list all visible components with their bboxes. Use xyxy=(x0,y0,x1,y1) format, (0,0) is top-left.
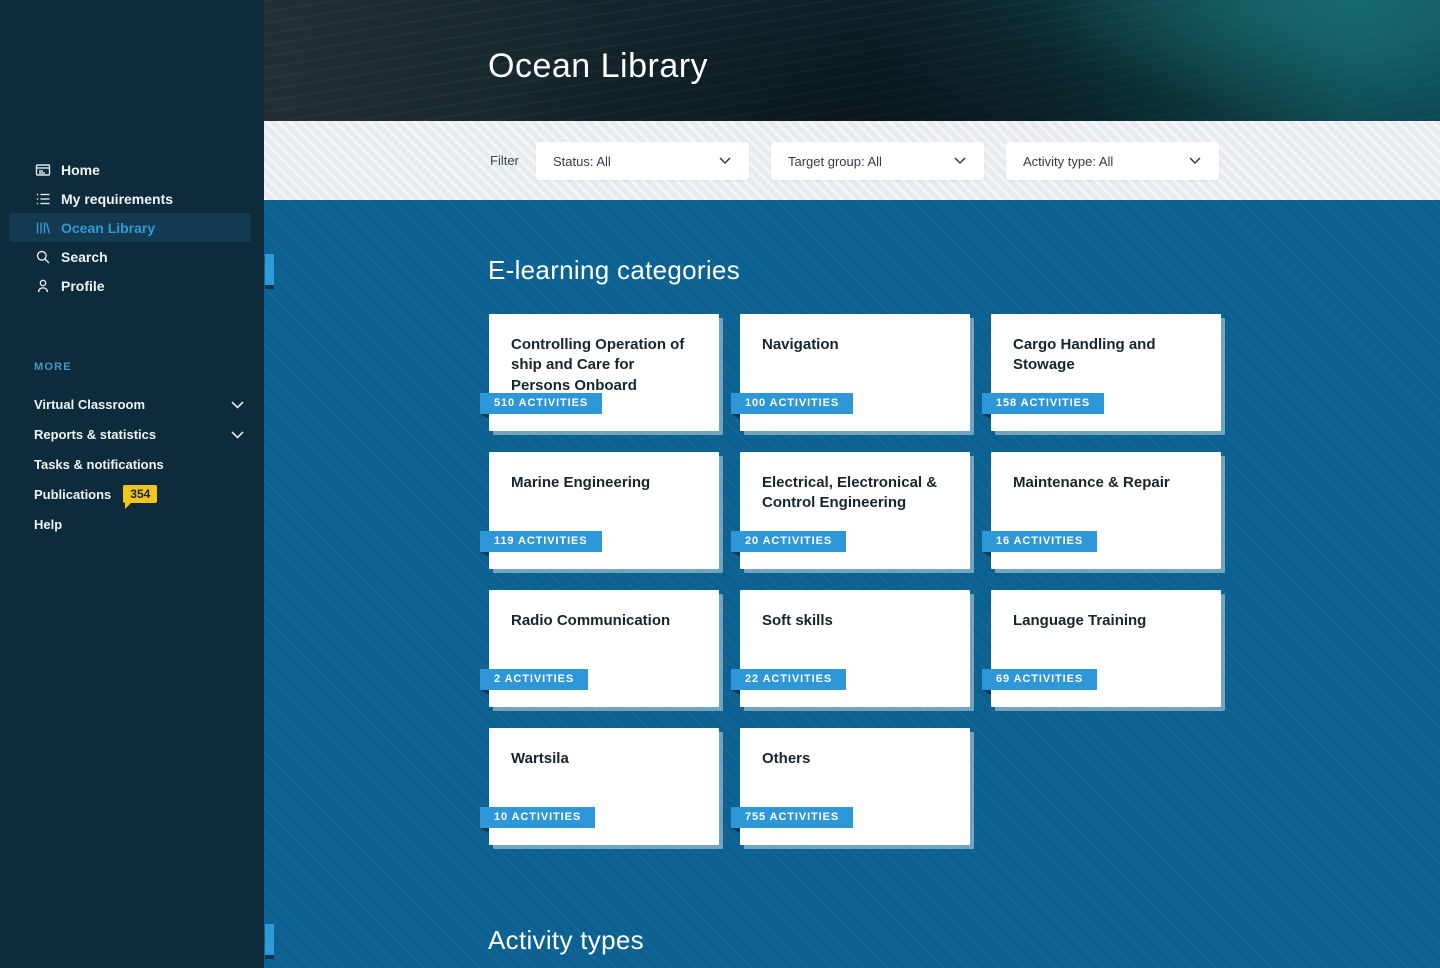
activity-type-filter-value: Activity type: All xyxy=(1023,154,1113,169)
activities-count-ribbon: 16 ACTIVITIES xyxy=(982,531,1097,552)
sidebar-item-home[interactable]: Home xyxy=(9,155,251,184)
section-edge-tab xyxy=(265,924,274,955)
chevron-down-icon xyxy=(231,397,244,412)
category-title: Controlling Operation of ship and Care f… xyxy=(489,314,719,396)
sidebar: Home My requirements Oce xyxy=(0,0,264,968)
category-card-electrical-engineering[interactable]: Electrical, Electronical & Control Engin… xyxy=(740,452,970,569)
elearning-categories-heading: E-learning categories xyxy=(488,255,740,286)
section-edge-tab xyxy=(265,254,274,285)
category-card-marine-engineering[interactable]: Marine Engineering 119 ACTIVITIES xyxy=(489,452,719,569)
category-card-maintenance-repair[interactable]: Maintenance & Repair 16 ACTIVITIES xyxy=(991,452,1221,569)
chevron-down-icon xyxy=(954,157,966,165)
sidebar-item-label: Home xyxy=(61,162,100,178)
category-title: Electrical, Electronical & Control Engin… xyxy=(740,452,970,514)
category-title: Navigation xyxy=(740,314,970,355)
activity-types-heading: Activity types xyxy=(488,925,644,956)
sidebar-item-label: Reports & statistics xyxy=(34,427,156,442)
category-card-controlling-operation[interactable]: Controlling Operation of ship and Care f… xyxy=(489,314,719,431)
category-card-soft-skills[interactable]: Soft skills 22 ACTIVITIES xyxy=(740,590,970,707)
category-card-radio-communication[interactable]: Radio Communication 2 ACTIVITIES xyxy=(489,590,719,707)
category-card-others[interactable]: Others 755 ACTIVITIES xyxy=(740,728,970,845)
activity-type-filter-dropdown[interactable]: Activity type: All xyxy=(1006,142,1219,180)
sidebar-item-my-requirements[interactable]: My requirements xyxy=(9,184,251,213)
sidebar-item-search[interactable]: Search xyxy=(9,242,251,271)
hero-banner: Ocean Library xyxy=(264,0,1440,121)
main-content: E-learning categories Controlling Operat… xyxy=(264,200,1440,968)
category-card-navigation[interactable]: Navigation 100 ACTIVITIES xyxy=(740,314,970,431)
category-title: Language Training xyxy=(991,590,1221,631)
target-group-filter-dropdown[interactable]: Target group: All xyxy=(771,142,984,180)
activities-count-ribbon: 22 ACTIVITIES xyxy=(731,669,846,690)
sidebar-item-publications[interactable]: Publications 354 xyxy=(0,479,264,509)
category-title: Maintenance & Repair xyxy=(991,452,1221,493)
category-title: Cargo Handling and Stowage xyxy=(991,314,1221,376)
sidebar-item-label: Tasks & notifications xyxy=(34,457,164,472)
publications-count-badge: 354 xyxy=(123,485,157,503)
sidebar-item-label: My requirements xyxy=(61,191,173,207)
category-title: Radio Communication xyxy=(489,590,719,631)
category-title: Others xyxy=(740,728,970,769)
sidebar-section-more: MORE xyxy=(34,361,72,373)
category-card-language-training[interactable]: Language Training 69 ACTIVITIES xyxy=(991,590,1221,707)
search-icon xyxy=(34,248,51,265)
sidebar-item-label: Virtual Classroom xyxy=(34,397,145,412)
chevron-down-icon xyxy=(231,427,244,442)
activities-count-ribbon: 2 ACTIVITIES xyxy=(480,669,588,690)
category-title: Marine Engineering xyxy=(489,452,719,493)
sidebar-item-label: Ocean Library xyxy=(61,220,155,236)
app-root: Home My requirements Oce xyxy=(0,0,1440,968)
page-title: Ocean Library xyxy=(488,47,708,86)
sidebar-item-help[interactable]: Help xyxy=(0,509,264,539)
activities-count-ribbon: 158 ACTIVITIES xyxy=(982,393,1104,414)
home-icon xyxy=(34,161,51,178)
activities-count-ribbon: 10 ACTIVITIES xyxy=(480,807,595,828)
sidebar-item-label: Profile xyxy=(61,278,105,294)
category-title: Wartsila xyxy=(489,728,719,769)
library-icon xyxy=(34,219,51,236)
profile-icon xyxy=(34,277,51,294)
sidebar-item-profile[interactable]: Profile xyxy=(9,271,251,300)
sidebar-item-label: Help xyxy=(34,517,62,532)
category-card-wartsila[interactable]: Wartsila 10 ACTIVITIES xyxy=(489,728,719,845)
category-card-cargo-handling[interactable]: Cargo Handling and Stowage 158 ACTIVITIE… xyxy=(991,314,1221,431)
sidebar-item-label: Search xyxy=(61,249,108,265)
category-card-grid: Controlling Operation of ship and Care f… xyxy=(489,314,1221,845)
category-title: Soft skills xyxy=(740,590,970,631)
chevron-down-icon xyxy=(719,157,731,165)
sidebar-more-list: Virtual Classroom Reports & statistics T… xyxy=(0,389,264,539)
status-filter-dropdown[interactable]: Status: All xyxy=(536,142,749,180)
sidebar-item-ocean-library[interactable]: Ocean Library xyxy=(9,213,251,242)
status-filter-value: Status: All xyxy=(553,154,611,169)
filter-label: Filter xyxy=(490,153,519,168)
activities-count-ribbon: 100 ACTIVITIES xyxy=(731,393,853,414)
sidebar-item-virtual-classroom[interactable]: Virtual Classroom xyxy=(0,389,264,419)
activities-count-ribbon: 20 ACTIVITIES xyxy=(731,531,846,552)
sidebar-item-reports-statistics[interactable]: Reports & statistics xyxy=(0,419,264,449)
activities-count-ribbon: 69 ACTIVITIES xyxy=(982,669,1097,690)
activities-count-ribbon: 755 ACTIVITIES xyxy=(731,807,853,828)
filter-bar: Filter Status: All Target group: All Act… xyxy=(264,121,1440,200)
list-icon xyxy=(34,190,51,207)
activities-count-ribbon: 119 ACTIVITIES xyxy=(480,531,602,552)
sidebar-item-tasks-notifications[interactable]: Tasks & notifications xyxy=(0,449,264,479)
activities-count-ribbon: 510 ACTIVITIES xyxy=(480,393,602,414)
sidebar-nav: Home My requirements Oce xyxy=(0,155,264,300)
sidebar-item-label: Publications xyxy=(34,487,111,502)
target-group-filter-value: Target group: All xyxy=(788,154,882,169)
chevron-down-icon xyxy=(1189,157,1201,165)
